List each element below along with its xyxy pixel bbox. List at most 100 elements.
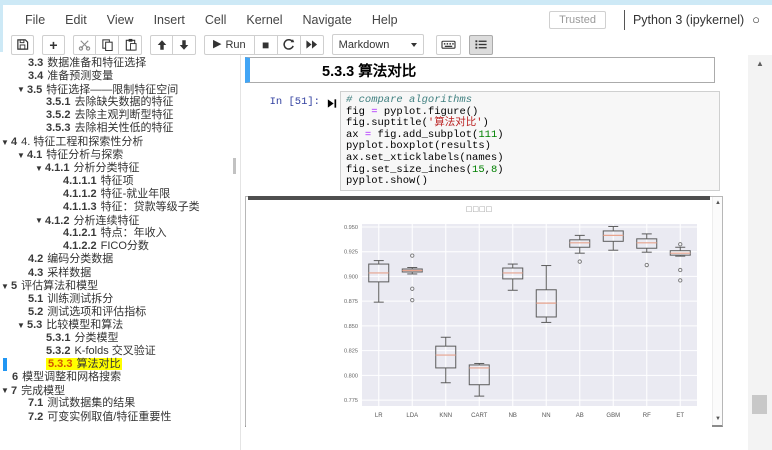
page-scrollbar[interactable]: ▲ [748, 55, 772, 450]
move-cell-up-button[interactable] [150, 35, 173, 55]
output-scroll-up-icon[interactable]: ▲ [713, 200, 723, 206]
toc-item-label: 特征分析与探索 [46, 149, 123, 161]
toc-item-number: 5.3 [27, 319, 42, 331]
toc-item-label: 数据准备和特征选择 [47, 57, 146, 69]
menu-item-view[interactable]: View [97, 13, 144, 27]
restart-run-all-button[interactable] [301, 35, 324, 55]
save-button[interactable] [11, 35, 34, 55]
toc-item-4-2[interactable]: 4.2编码分类数据 [0, 253, 240, 266]
menu-item-file[interactable]: File [15, 13, 55, 27]
output-scrollbar[interactable]: ▲ ▼ [712, 197, 722, 425]
paste-cell-button[interactable] [119, 35, 142, 55]
menu-item-help[interactable]: Help [362, 13, 408, 27]
run-cell-button[interactable]: ▶ Run [204, 35, 255, 55]
toc-item-text: 3.5.2去除主观判断型特征 [46, 109, 173, 121]
toc-item-6[interactable]: 6模型调整和网格搜索 [0, 371, 240, 384]
code-token: ) [497, 129, 503, 141]
cut-cell-button[interactable] [73, 35, 96, 55]
toc-item-7-1[interactable]: 7.1测试数据集的结果 [0, 397, 240, 410]
menu-item-insert[interactable]: Insert [144, 13, 195, 27]
toc-item-text: 5.3.1分类模型 [46, 332, 118, 344]
toc-item-text: ▼5评估算法和模型 [12, 280, 98, 292]
toc-item-3-5[interactable]: ▼3.5特征选择——限制特征空间 [0, 83, 240, 96]
code-token: fig.suptitle( [346, 117, 428, 129]
add-cell-button[interactable]: + [42, 35, 65, 55]
y-tick-label: 0.775 [344, 398, 358, 404]
toc-item-7[interactable]: ▼7完成模型 [0, 384, 240, 397]
toc-toggle-button[interactable] [469, 35, 493, 55]
toc-item-5[interactable]: ▼5评估算法和模型 [0, 280, 240, 293]
move-up-icon [156, 39, 168, 51]
toc-item-7-2[interactable]: 7.2可变实例取值/特征重要性 [0, 411, 240, 424]
collapse-arrow-icon[interactable]: ▼ [17, 149, 27, 162]
collapse-arrow-icon[interactable]: ▼ [35, 214, 45, 227]
toc-item-4-3[interactable]: 4.3采样数据 [0, 267, 240, 280]
toc-item-label: FICO分数 [101, 240, 149, 252]
collapse-arrow-icon[interactable]: ▼ [1, 384, 11, 397]
collapse-arrow-icon[interactable]: ▼ [35, 162, 45, 175]
toc-item-4-1-1-1[interactable]: 4.1.1.1特征项 [0, 175, 240, 188]
code-token-string: '算法对比' [428, 117, 483, 129]
toc-item-number: 6 [12, 371, 18, 383]
toc-item-4-1-2[interactable]: ▼4.1.2分析连续特征 [0, 214, 240, 227]
collapse-arrow-icon[interactable]: ▼ [1, 280, 11, 293]
toc-item-3-5-1[interactable]: 3.5.1去除缺失数据的特征 [0, 96, 240, 109]
menu-item-navigate[interactable]: Navigate [293, 13, 362, 27]
run-marker-icon [327, 96, 337, 114]
code-token: ax [346, 129, 365, 141]
code-cell-input[interactable]: # compare algorithmsfig = pyplot.figure(… [340, 91, 720, 191]
toc-item-5-3-2[interactable]: 5.3.2K-folds 交叉验证 [0, 345, 240, 358]
toc-item-4-1[interactable]: ▼4.1特征分析与探索 [0, 149, 240, 162]
collapse-arrow-icon[interactable]: ▼ [1, 136, 11, 149]
command-palette-icon [441, 38, 456, 51]
markdown-cell-selected[interactable]: 5.3.3 算法对比 [245, 57, 715, 83]
y-tick-label: 0.900 [344, 274, 358, 280]
toc-item-text: ▼7完成模型 [12, 385, 65, 397]
code-token-comment: # compare algorithms [346, 94, 472, 106]
y-tick-label: 0.875 [344, 299, 358, 305]
x-tick-label: NB [509, 413, 517, 419]
toc-item-number: 3.5.1 [46, 96, 70, 108]
toc-item-3-5-2[interactable]: 3.5.2去除主观判断型特征 [0, 109, 240, 122]
x-tick-label: NN [542, 413, 551, 419]
toc-item-number: 7.2 [28, 411, 43, 423]
menubar-right: Trusted Python 3 (ipykernel) ○ [549, 10, 772, 30]
toc-item-5-3[interactable]: ▼5.3比较模型和算法 [0, 319, 240, 332]
toc-item-5-1[interactable]: 5.1训练测试拆分 [0, 293, 240, 306]
toc-item-5-3-3[interactable]: 5.3.3算法对比 [0, 358, 240, 371]
collapse-arrow-icon[interactable]: ▼ [17, 319, 27, 332]
menu-item-kernel[interactable]: Kernel [236, 13, 292, 27]
toc-item-5-2[interactable]: 5.2测试选项和评估指标 [0, 306, 240, 319]
toc-item-number: 5.3.2 [46, 345, 70, 357]
toc-item-3-4[interactable]: 3.4准备预测变量 [0, 70, 240, 83]
toc-item-3-3[interactable]: 3.3数据准备和特征选择 [0, 57, 240, 70]
collapse-arrow-icon[interactable]: ▼ [17, 83, 27, 96]
toc-item-4-1-1-2[interactable]: 4.1.1.2特征-就业年限 [0, 188, 240, 201]
page-scrollbar-thumb[interactable] [752, 395, 767, 414]
toc-item-4-1-1-3[interactable]: 4.1.1.3特征：贷款等级子类 [0, 201, 240, 214]
section-heading: 5.3.3 算法对比 [250, 60, 416, 81]
toc-item-4[interactable]: ▼44. 特征工程和探索性分析 [0, 136, 240, 149]
output-scroll-down-icon[interactable]: ▼ [713, 416, 723, 422]
interrupt-kernel-button[interactable]: ■ [255, 35, 278, 55]
menu-item-cell[interactable]: Cell [195, 13, 237, 27]
toc-item-4-1-2-1[interactable]: 4.1.2.1特点：年收入 [0, 227, 240, 240]
x-tick-label: AB [576, 413, 584, 419]
toc-item-4-1-1[interactable]: ▼4.1.1分析分类特征 [0, 162, 240, 175]
move-cell-down-button[interactable] [173, 35, 196, 55]
sidebar-scrollbar-thumb[interactable] [233, 158, 236, 174]
toc-item-5-3-1[interactable]: 5.3.1分类模型 [0, 332, 240, 345]
menu-item-edit[interactable]: Edit [55, 13, 97, 27]
toc-item-text: ▼44. 特征工程和探索性分析 [12, 136, 143, 148]
command-palette-button[interactable] [436, 35, 461, 55]
copy-cell-button[interactable] [96, 35, 119, 55]
restart-kernel-button[interactable] [278, 35, 301, 55]
code-line: pyplot.show() [346, 176, 714, 188]
run-label: Run [225, 39, 245, 51]
toc-item-text: 4.1.2.1特点：年收入 [63, 227, 167, 239]
page-scroll-up-icon[interactable]: ▲ [748, 59, 772, 68]
toc-item-3-5-3[interactable]: 3.5.3去除相关性低的特征 [0, 122, 240, 135]
toc-item-4-1-2-2[interactable]: 4.1.2.2FICO分数 [0, 240, 240, 253]
trusted-button[interactable]: Trusted [549, 11, 606, 29]
cell-type-select[interactable]: Markdown [332, 34, 424, 55]
